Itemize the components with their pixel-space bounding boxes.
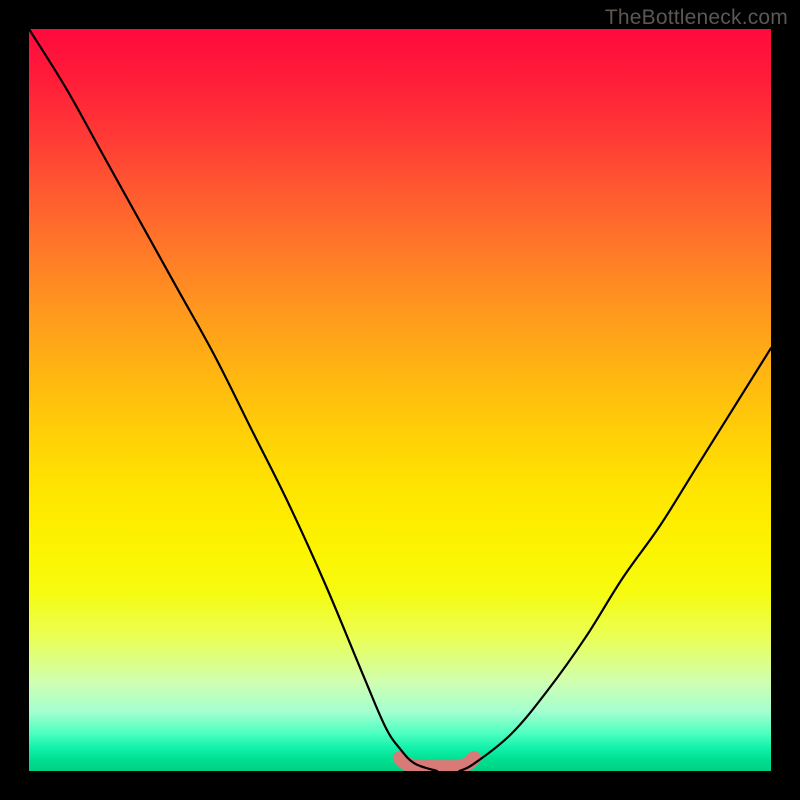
watermark-text: TheBottleneck.com xyxy=(605,6,788,30)
bottleneck-curve-right xyxy=(459,348,771,771)
tolerance-band xyxy=(400,758,474,767)
curve-layer xyxy=(29,29,771,771)
chart-container: TheBottleneck.com xyxy=(0,0,800,800)
plot-area xyxy=(29,29,771,771)
bottleneck-curve-left xyxy=(29,29,437,771)
